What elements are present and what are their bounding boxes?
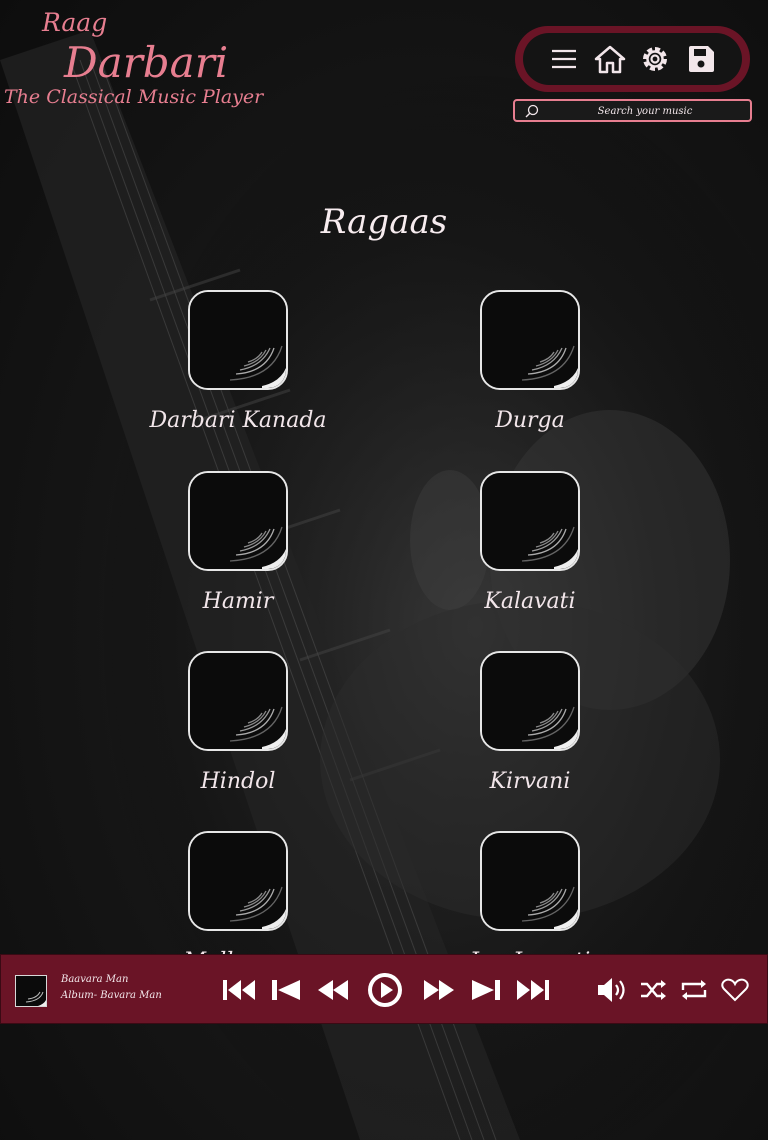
- rewind-button[interactable]: [315, 972, 351, 1008]
- save-icon: [689, 46, 715, 72]
- next-icon: [472, 980, 500, 1000]
- raga-name: Kalavati: [484, 589, 576, 614]
- save-button[interactable]: [683, 41, 719, 77]
- search-bar: [513, 99, 752, 122]
- now-playing-album: Album- Bavara Man: [61, 990, 162, 1001]
- repeat-icon: [681, 980, 707, 1000]
- menu-button[interactable]: [546, 41, 582, 77]
- raga-item-malkauns[interactable]: Malkauns: [108, 831, 368, 974]
- raga-cover[interactable]: [480, 290, 580, 390]
- rewind-icon: [318, 980, 348, 1000]
- raga-item-hindol[interactable]: Hindol: [108, 651, 368, 794]
- skip-start-button[interactable]: [221, 972, 257, 1008]
- logo-darbari-text: Darbari: [64, 38, 229, 87]
- skip-start-icon: [223, 980, 255, 1000]
- logo-tagline: The Classical Music Player: [4, 86, 264, 108]
- search-icon: [525, 104, 539, 118]
- previous-icon: [272, 980, 300, 1000]
- gear-icon: [643, 47, 668, 71]
- previous-button[interactable]: [268, 972, 304, 1008]
- fast-forward-button[interactable]: [421, 972, 457, 1008]
- repeat-button[interactable]: [676, 972, 712, 1008]
- raga-item-kirvani[interactable]: Kirvani: [400, 651, 660, 794]
- vinyl-record-icon: [482, 473, 578, 569]
- play-button[interactable]: [367, 972, 403, 1008]
- vinyl-record-icon: [16, 976, 46, 1006]
- volume-icon: [598, 978, 625, 1002]
- raga-item-kalavati[interactable]: Kalavati: [400, 471, 660, 614]
- now-playing-thumbnail[interactable]: [15, 975, 47, 1007]
- vinyl-record-icon: [190, 833, 286, 929]
- raga-name: Hindol: [200, 769, 276, 794]
- next-button[interactable]: [468, 972, 504, 1008]
- vinyl-record-icon: [190, 653, 286, 749]
- vinyl-record-icon: [190, 473, 286, 569]
- heart-icon: [721, 978, 749, 1002]
- skip-end-button[interactable]: [515, 972, 551, 1008]
- skip-end-icon: [517, 980, 549, 1000]
- vinyl-record-icon: [482, 833, 578, 929]
- raga-item-durga[interactable]: Durga: [400, 290, 660, 433]
- raga-cover[interactable]: [480, 651, 580, 751]
- raga-cover[interactable]: [480, 471, 580, 571]
- raga-cover[interactable]: [188, 831, 288, 931]
- raga-cover[interactable]: [188, 651, 288, 751]
- home-icon: [594, 45, 625, 74]
- settings-button[interactable]: [637, 41, 673, 77]
- player-bar: Baavara Man Album- Bavara Man: [0, 954, 768, 1024]
- raga-item-darbari-kanada[interactable]: Darbari Kanada: [108, 290, 368, 433]
- play-icon: [368, 973, 402, 1007]
- raga-item-hamir[interactable]: Hamir: [108, 471, 368, 614]
- fast-forward-icon: [424, 980, 454, 1000]
- shuffle-icon: [641, 980, 666, 1000]
- vinyl-record-icon: [482, 292, 578, 388]
- raga-name: Darbari Kanada: [149, 408, 327, 433]
- home-button[interactable]: [592, 41, 628, 77]
- search-input[interactable]: [543, 101, 747, 122]
- raga-cover[interactable]: [188, 471, 288, 571]
- top-toolbar: [515, 26, 750, 92]
- vinyl-record-icon: [482, 653, 578, 749]
- logo-raag-text: Raag: [42, 8, 108, 37]
- section-title: Ragaas: [320, 202, 448, 242]
- shuffle-button[interactable]: [635, 972, 671, 1008]
- raga-name: Hamir: [202, 589, 274, 614]
- raga-name: Durga: [495, 408, 565, 433]
- now-playing-title: Baavara Man: [61, 974, 129, 985]
- raga-cover[interactable]: [480, 831, 580, 931]
- toolbar-buttons: [523, 33, 742, 85]
- vinyl-record-icon: [190, 292, 286, 388]
- favorite-button[interactable]: [717, 972, 753, 1008]
- menu-icon: [551, 49, 576, 69]
- volume-button[interactable]: [594, 972, 630, 1008]
- raga-cover[interactable]: [188, 290, 288, 390]
- raga-name: Kirvani: [489, 769, 571, 794]
- raga-item-jog-jayanti[interactable]: Jog Jayanti: [400, 831, 660, 974]
